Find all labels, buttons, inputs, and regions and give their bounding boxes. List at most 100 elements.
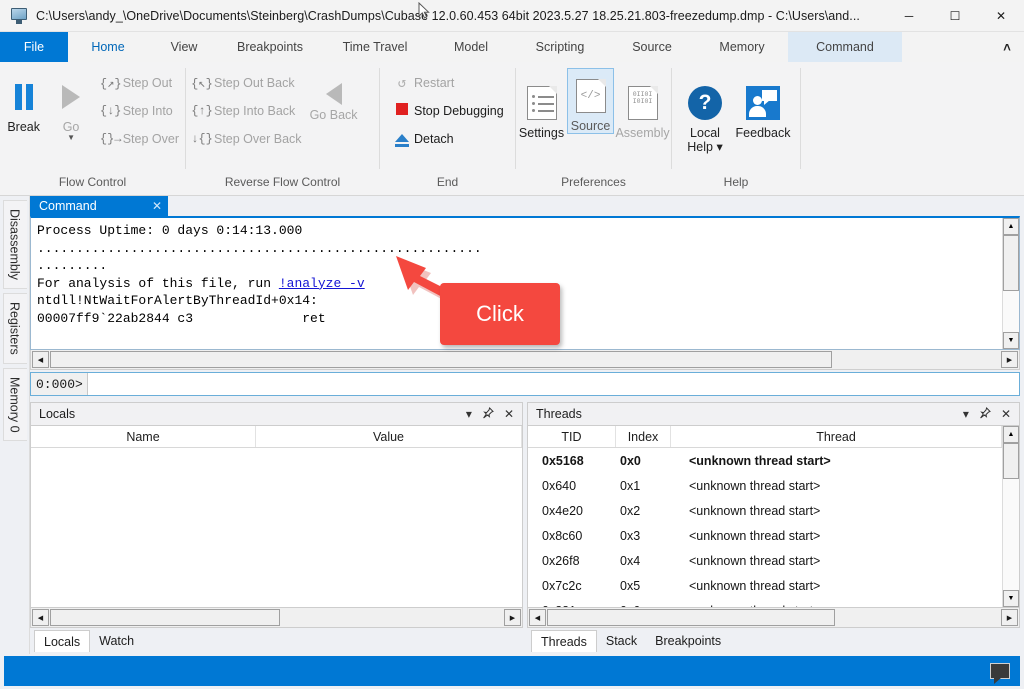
minimize-button[interactable]: ─: [886, 0, 932, 32]
tab-source[interactable]: Source: [608, 32, 696, 62]
column-header-tid[interactable]: TID: [528, 426, 616, 447]
tab-home[interactable]: Home: [68, 32, 148, 62]
ribbon-group-preferences: Settings </> Source 0II0I I0I0I Assembly …: [516, 62, 671, 195]
scroll-track[interactable]: [1003, 443, 1019, 590]
chevron-down-icon[interactable]: ▾: [466, 407, 472, 421]
table-row[interactable]: 0x640 0x1 <unknown thread start>: [528, 473, 1002, 498]
hscroll-track[interactable]: [50, 351, 1000, 368]
close-icon[interactable]: ✕: [504, 407, 514, 421]
scroll-right-icon[interactable]: ▶: [1001, 351, 1018, 368]
close-icon[interactable]: ✕: [140, 199, 162, 213]
tab-watch[interactable]: Watch: [90, 630, 143, 652]
hscroll-track[interactable]: [50, 609, 503, 626]
scroll-left-icon[interactable]: ◀: [32, 609, 49, 626]
tab-time-travel[interactable]: Time Travel: [320, 32, 430, 62]
feedback-bubble-icon[interactable]: [990, 663, 1010, 684]
windbg-icon: [10, 7, 28, 25]
command-window-tab[interactable]: Command ✕: [30, 196, 168, 216]
threads-pane-header: Threads ▾ ✕: [527, 402, 1020, 426]
column-header-thread[interactable]: Thread: [671, 426, 1002, 447]
feedback-button[interactable]: Feedback: [732, 72, 794, 140]
threads-pane-title: Threads: [536, 407, 582, 421]
settings-button[interactable]: Settings: [516, 72, 567, 140]
restart-button[interactable]: ↺ Restart: [386, 69, 510, 97]
workspace: Disassembly Registers Memory 0 Command ✕…: [0, 196, 1024, 654]
threads-horizontal-scrollbar[interactable]: ◀ ▶: [527, 608, 1020, 628]
pin-icon[interactable]: [482, 406, 494, 422]
analyze-link[interactable]: !analyze -v: [279, 276, 365, 291]
hscroll-thumb[interactable]: [547, 609, 835, 626]
go-back-button[interactable]: Go Back: [308, 66, 360, 122]
sidebar-item-disassembly[interactable]: Disassembly: [2, 200, 27, 289]
scroll-track[interactable]: [1003, 235, 1019, 332]
close-button[interactable]: ✕: [978, 0, 1024, 32]
column-header-name[interactable]: Name: [31, 426, 256, 447]
pin-icon[interactable]: [979, 406, 991, 422]
command-vertical-scrollbar[interactable]: ▲ ▼: [1002, 218, 1019, 349]
scroll-right-icon[interactable]: ▶: [1001, 609, 1018, 626]
chevron-up-icon[interactable]: ˄: [990, 32, 1024, 62]
table-row[interactable]: 0x5168 0x0 <unknown thread start>: [528, 448, 1002, 473]
tab-stack[interactable]: Stack: [597, 630, 646, 652]
hscroll-thumb[interactable]: [50, 351, 832, 368]
table-row[interactable]: 0x4e20 0x2 <unknown thread start>: [528, 498, 1002, 523]
step-into-button[interactable]: {↓} Step Into: [95, 97, 185, 125]
sidebar-item-memory-0[interactable]: Memory 0: [2, 367, 27, 442]
tab-breakpoints[interactable]: Breakpoints: [220, 32, 320, 62]
output-line: 00007ff9`22ab2844 c3 ret: [37, 310, 326, 326]
break-button[interactable]: Break: [0, 66, 47, 134]
tab-view[interactable]: View: [148, 32, 220, 62]
source-button[interactable]: </> Source: [567, 68, 615, 134]
go-button[interactable]: Go ▼: [47, 66, 94, 142]
scroll-down-icon[interactable]: ▼: [1003, 590, 1019, 607]
tab-scripting[interactable]: Scripting: [512, 32, 608, 62]
command-prompt-row[interactable]: 0:000>: [30, 372, 1020, 396]
step-over-button[interactable]: {}→ Step Over: [95, 125, 185, 153]
step-over-back-button[interactable]: ↓{} Step Over Back: [186, 125, 308, 153]
group-label-flow-control: Flow Control: [58, 175, 127, 189]
tab-file[interactable]: File: [0, 32, 68, 62]
detach-button[interactable]: Detach: [386, 125, 510, 153]
hscroll-track[interactable]: [547, 609, 1000, 626]
locals-horizontal-scrollbar[interactable]: ◀ ▶: [30, 608, 523, 628]
scroll-thumb[interactable]: [1003, 235, 1019, 291]
sidebar-item-registers[interactable]: Registers: [2, 292, 27, 364]
command-horizontal-scrollbar[interactable]: ◀ ▶: [30, 350, 1020, 370]
play-icon: [62, 74, 81, 120]
local-help-button[interactable]: ? Local Help ▾: [678, 72, 732, 154]
maximize-button[interactable]: ☐: [932, 0, 978, 32]
ribbon-divider: [800, 68, 801, 169]
tab-threads[interactable]: Threads: [531, 630, 597, 652]
table-row[interactable]: 0x26f8 0x4 <unknown thread start>: [528, 548, 1002, 573]
step-out-back-button[interactable]: {↖} Step Out Back: [186, 69, 308, 97]
chevron-down-icon[interactable]: ▾: [963, 407, 969, 421]
close-icon[interactable]: ✕: [1001, 407, 1011, 421]
tab-locals[interactable]: Locals: [34, 630, 91, 652]
column-header-value[interactable]: Value: [256, 426, 522, 447]
assembly-button[interactable]: 0II0I I0I0I Assembly: [614, 72, 671, 140]
tab-command[interactable]: Command: [788, 32, 902, 62]
scroll-left-icon[interactable]: ◀: [529, 609, 546, 626]
column-header-index[interactable]: Index: [616, 426, 671, 447]
hscroll-thumb[interactable]: [50, 609, 280, 626]
locals-rows[interactable]: [31, 448, 522, 607]
threads-vertical-scrollbar[interactable]: ▲ ▼: [1002, 426, 1019, 607]
threads-rows[interactable]: 0x5168 0x0 <unknown thread start> 0x640 …: [528, 448, 1002, 608]
table-row[interactable]: 0x881c 0x6 <unknown thread start>: [528, 598, 1002, 608]
scroll-up-icon[interactable]: ▲: [1003, 218, 1019, 235]
scroll-left-icon[interactable]: ◀: [32, 351, 49, 368]
tab-memory[interactable]: Memory: [696, 32, 788, 62]
step-into-back-button[interactable]: {↑} Step Into Back: [186, 97, 308, 125]
scroll-down-icon[interactable]: ▼: [1003, 332, 1019, 349]
table-row[interactable]: 0x7c2c 0x5 <unknown thread start>: [528, 573, 1002, 598]
chevron-down-icon[interactable]: ▼: [67, 134, 75, 142]
tab-model[interactable]: Model: [430, 32, 512, 62]
step-out-button[interactable]: {↗} Step Out: [95, 69, 185, 97]
tab-breakpoints-bottom[interactable]: Breakpoints: [646, 630, 730, 652]
stop-debugging-button[interactable]: Stop Debugging: [386, 97, 510, 125]
command-input[interactable]: [87, 373, 1019, 395]
table-row[interactable]: 0x8c60 0x3 <unknown thread start>: [528, 523, 1002, 548]
scroll-right-icon[interactable]: ▶: [504, 609, 521, 626]
scroll-up-icon[interactable]: ▲: [1003, 426, 1019, 443]
scroll-thumb[interactable]: [1003, 443, 1019, 479]
